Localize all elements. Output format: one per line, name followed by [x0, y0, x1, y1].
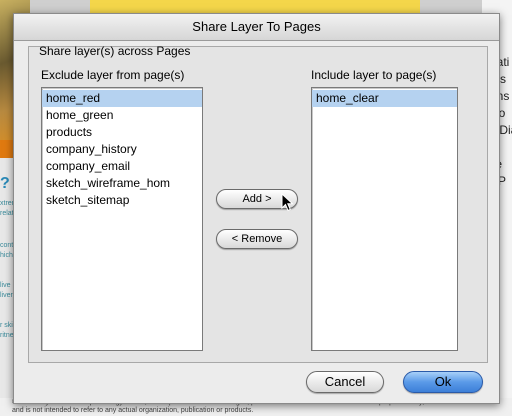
background-text-fragment: live	[0, 282, 11, 289]
footer-line: and is not intended to refer to any actu…	[12, 407, 254, 414]
background-question-glyph: ?	[0, 175, 10, 192]
background-text-fragment: liver	[0, 292, 13, 299]
include-label: Include layer to page(s)	[311, 68, 437, 82]
exclude-list-item[interactable]: home_red	[42, 90, 202, 107]
share-layer-dialog: Share Layer To Pages Share layer(s) acro…	[13, 13, 500, 404]
exclude-label: Exclude layer from page(s)	[41, 68, 185, 82]
include-list[interactable]: home_clear	[311, 87, 458, 351]
cancel-button[interactable]: Cancel	[306, 371, 384, 393]
background-top-banner	[90, 0, 420, 14]
group-title: Share layer(s) across Pages	[39, 44, 191, 58]
include-list-item[interactable]: home_clear	[312, 90, 457, 107]
exclude-list[interactable]: home_red home_green products company_his…	[41, 87, 203, 351]
exclude-list-item[interactable]: company_history	[42, 141, 202, 158]
dialog-title: Share Layer To Pages	[14, 14, 499, 41]
exclude-list-item[interactable]: products	[42, 124, 202, 141]
background-text-fragment: hich	[0, 252, 13, 259]
exclude-list-item[interactable]: home_green	[42, 107, 202, 124]
background-text-fragment: r ski	[0, 322, 13, 329]
ok-button[interactable]: Ok	[403, 371, 483, 393]
remove-button[interactable]: < Remove	[216, 229, 298, 249]
background-text-fragment: ritne	[0, 332, 14, 339]
exclude-list-item[interactable]: company_email	[42, 158, 202, 175]
exclude-list-item[interactable]: sketch_sitemap	[42, 192, 202, 209]
background-text-fragment: relat	[0, 210, 14, 217]
exclude-list-item[interactable]: sketch_wireframe_hom	[42, 175, 202, 192]
mouse-pointer-icon	[281, 193, 294, 212]
